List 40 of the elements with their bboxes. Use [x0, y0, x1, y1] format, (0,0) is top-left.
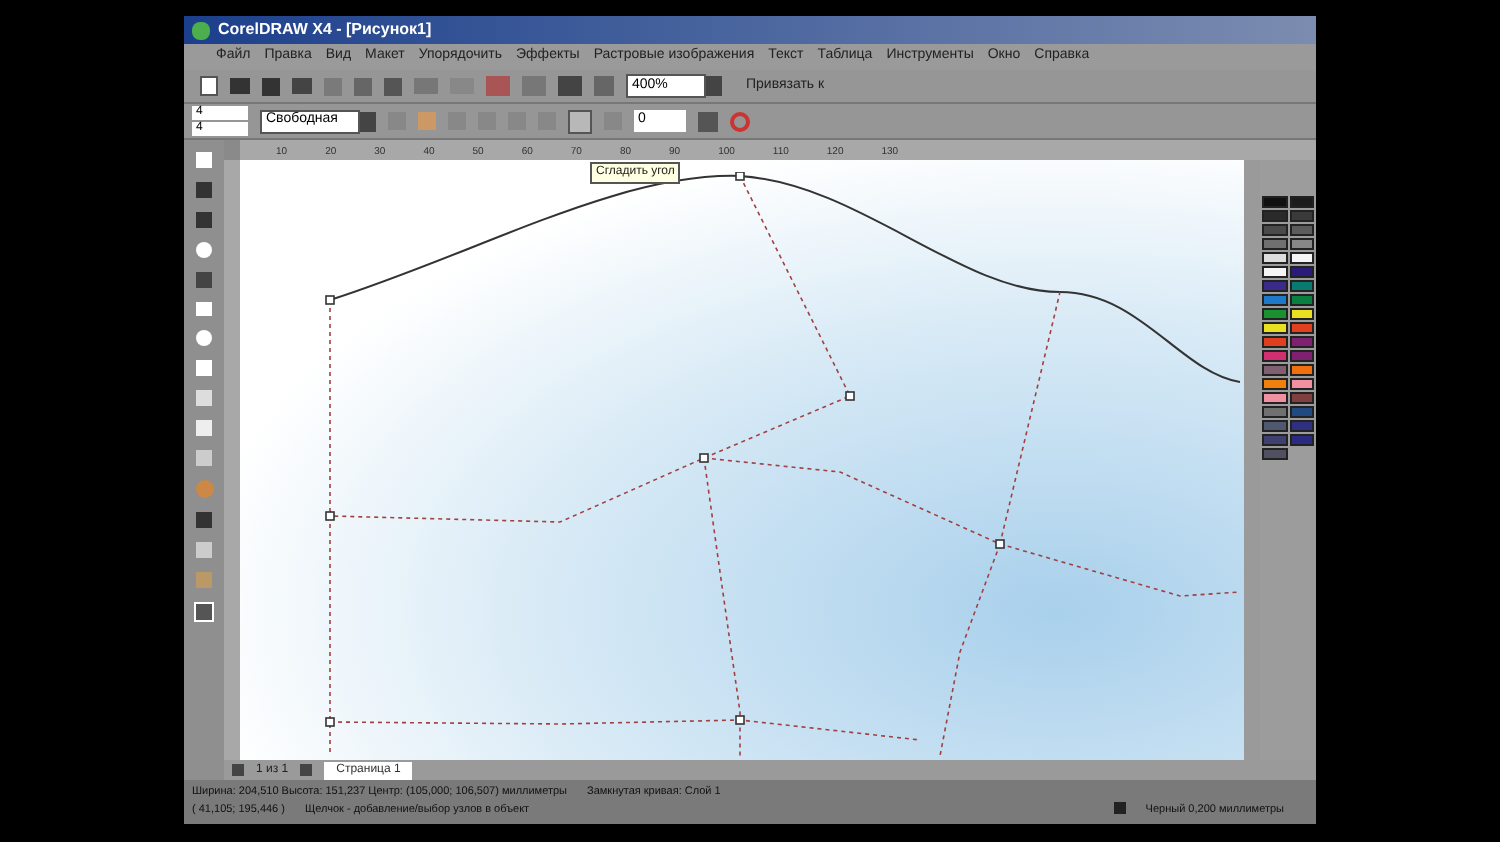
color-swatch[interactable]: [1289, 280, 1314, 292]
color-swatch[interactable]: [1289, 350, 1314, 362]
color-swatch[interactable]: [1262, 238, 1287, 250]
color-swatch[interactable]: [1289, 364, 1314, 376]
color-swatch[interactable]: [1289, 224, 1314, 236]
color-swatch[interactable]: [1262, 210, 1287, 222]
color-swatch[interactable]: [1262, 336, 1287, 348]
color-swatch[interactable]: [1262, 406, 1287, 418]
color-swatch[interactable]: [1262, 266, 1287, 278]
color-swatch[interactable]: [1289, 406, 1314, 418]
color-swatch[interactable]: [1262, 350, 1287, 362]
color-swatch[interactable]: [1262, 434, 1287, 446]
color-swatch[interactable]: [1262, 280, 1287, 292]
color-swatch[interactable]: [1289, 238, 1314, 250]
color-swatch[interactable]: [1289, 392, 1314, 404]
color-swatch[interactable]: [1289, 308, 1314, 320]
color-swatch[interactable]: [1262, 294, 1287, 306]
app-icon: [192, 21, 210, 39]
color-swatch[interactable]: [1289, 294, 1314, 306]
window-title: CorelDRAW X4 - [Рисунок1]: [218, 18, 432, 42]
color-swatch[interactable]: [1262, 224, 1287, 236]
color-swatch[interactable]: [1262, 378, 1287, 390]
color-swatch[interactable]: [1289, 210, 1314, 222]
no-entry-icon[interactable]: [730, 111, 750, 131]
color-swatch[interactable]: [1262, 252, 1287, 264]
color-swatch[interactable]: [1262, 196, 1287, 208]
color-swatch[interactable]: [1289, 434, 1314, 446]
color-swatch[interactable]: [1289, 266, 1314, 278]
color-swatch[interactable]: [1262, 364, 1287, 376]
color-swatch[interactable]: [1289, 196, 1314, 208]
color-swatch[interactable]: [1262, 420, 1287, 432]
color-swatch[interactable]: [1289, 336, 1314, 348]
color-swatch[interactable]: [1289, 378, 1314, 390]
color-swatch[interactable]: [1289, 322, 1314, 334]
color-swatch[interactable]: [1262, 392, 1287, 404]
color-swatch[interactable]: [1262, 322, 1287, 334]
color-swatch[interactable]: [1262, 308, 1287, 320]
color-swatch[interactable]: [1289, 420, 1314, 432]
color-swatch[interactable]: [1262, 448, 1287, 460]
color-swatch[interactable]: [1289, 252, 1314, 264]
